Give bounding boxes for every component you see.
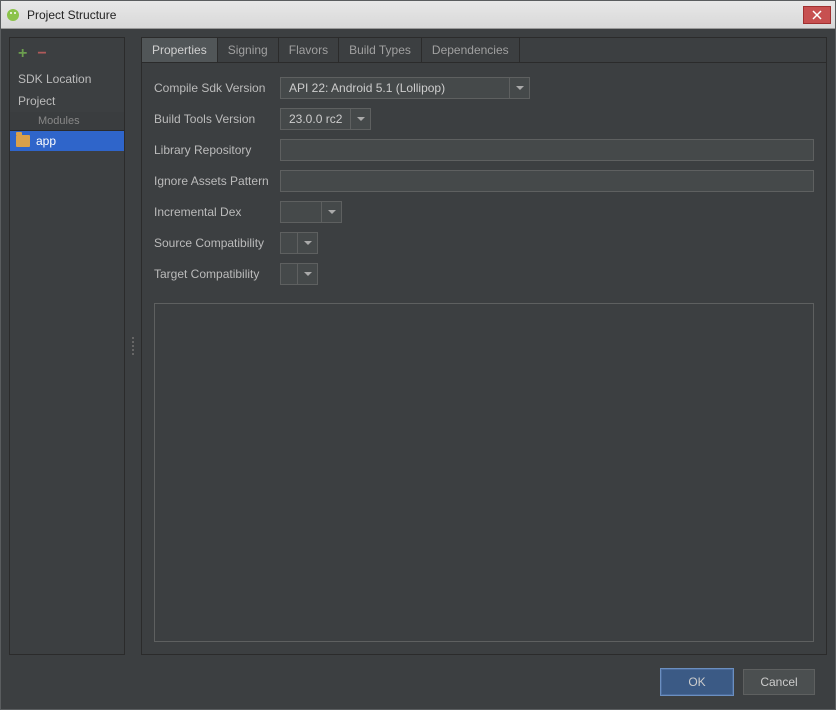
- cancel-button[interactable]: Cancel: [743, 669, 815, 695]
- project-structure-window: Project Structure + − SDK Location Proje…: [0, 0, 836, 710]
- tab-bar: Properties Signing Flavors Build Types D…: [142, 38, 826, 63]
- compile-sdk-dropdown[interactable]: API 22: Android 5.1 (Lollipop): [280, 77, 530, 99]
- sidebar-section-modules: Modules: [10, 112, 124, 131]
- row-incremental-dex: Incremental Dex: [154, 201, 814, 223]
- compile-sdk-caret[interactable]: [509, 78, 529, 98]
- library-repo-input[interactable]: [280, 139, 814, 161]
- chevron-down-icon: [357, 117, 365, 121]
- row-ignore-assets: Ignore Assets Pattern: [154, 170, 814, 192]
- dialog-body: + − SDK Location Project Modules app Pro…: [1, 29, 835, 709]
- main-area: + − SDK Location Project Modules app Pro…: [9, 37, 827, 655]
- build-tools-caret[interactable]: [350, 109, 370, 129]
- module-label: app: [36, 134, 56, 148]
- sidebar-module-app[interactable]: app: [10, 131, 124, 151]
- label-target-compat: Target Compatibility: [154, 267, 272, 281]
- row-compile-sdk: Compile Sdk Version API 22: Android 5.1 …: [154, 77, 814, 99]
- tab-flavors[interactable]: Flavors: [279, 38, 339, 62]
- compile-sdk-value: API 22: Android 5.1 (Lollipop): [281, 81, 509, 95]
- content-panel: Properties Signing Flavors Build Types D…: [141, 37, 827, 655]
- build-tools-dropdown[interactable]: 23.0.0 rc2: [280, 108, 371, 130]
- target-compat-dropdown[interactable]: [280, 263, 318, 285]
- row-build-tools: Build Tools Version 23.0.0 rc2: [154, 108, 814, 130]
- incremental-dex-caret[interactable]: [321, 202, 341, 222]
- tab-properties[interactable]: Properties: [142, 38, 218, 62]
- add-module-button[interactable]: +: [18, 46, 27, 62]
- chevron-down-icon: [304, 272, 312, 276]
- label-library-repo: Library Repository: [154, 143, 272, 157]
- properties-form: Compile Sdk Version API 22: Android 5.1 …: [142, 63, 826, 295]
- dialog-footer: OK Cancel: [9, 655, 827, 701]
- label-build-tools: Build Tools Version: [154, 112, 272, 126]
- sidebar-item-project[interactable]: Project: [10, 90, 124, 112]
- label-source-compat: Source Compatibility: [154, 236, 272, 250]
- build-tools-value: 23.0.0 rc2: [281, 112, 350, 126]
- remove-module-button[interactable]: −: [37, 46, 46, 62]
- source-compat-caret[interactable]: [297, 233, 317, 253]
- ok-button[interactable]: OK: [661, 669, 733, 695]
- description-panel: [154, 303, 814, 642]
- source-compat-dropdown[interactable]: [280, 232, 318, 254]
- module-folder-icon: [16, 135, 30, 147]
- ignore-assets-input[interactable]: [280, 170, 814, 192]
- target-compat-caret[interactable]: [297, 264, 317, 284]
- tab-signing[interactable]: Signing: [218, 38, 279, 62]
- chevron-down-icon: [304, 241, 312, 245]
- chevron-down-icon: [516, 86, 524, 90]
- window-title: Project Structure: [27, 8, 801, 22]
- tab-build-types[interactable]: Build Types: [339, 38, 422, 62]
- splitter-grip[interactable]: [131, 37, 135, 655]
- row-source-compat: Source Compatibility: [154, 232, 814, 254]
- titlebar: Project Structure: [1, 1, 835, 29]
- row-library-repo: Library Repository: [154, 139, 814, 161]
- label-compile-sdk: Compile Sdk Version: [154, 81, 272, 95]
- sidebar: + − SDK Location Project Modules app: [9, 37, 125, 655]
- row-target-compat: Target Compatibility: [154, 263, 814, 285]
- label-incremental-dex: Incremental Dex: [154, 205, 272, 219]
- android-studio-icon: [5, 7, 21, 23]
- incremental-dex-dropdown[interactable]: [280, 201, 342, 223]
- label-ignore-assets: Ignore Assets Pattern: [154, 174, 272, 188]
- chevron-down-icon: [328, 210, 336, 214]
- sidebar-item-sdk-location[interactable]: SDK Location: [10, 68, 124, 90]
- window-close-button[interactable]: [803, 6, 831, 24]
- sidebar-toolbar: + −: [10, 42, 124, 68]
- tab-dependencies[interactable]: Dependencies: [422, 38, 520, 62]
